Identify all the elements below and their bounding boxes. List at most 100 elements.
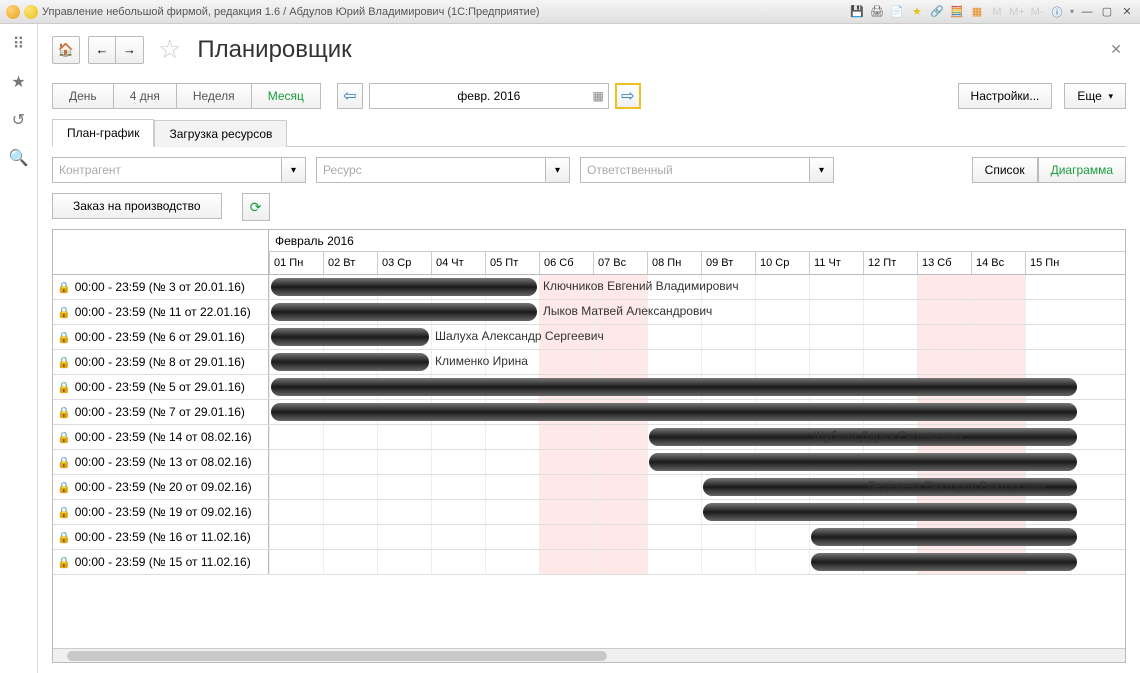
day-header: 04 Чт xyxy=(431,252,485,274)
row-label: 00:00 - 23:59 (№ 16 от 11.02.16) xyxy=(75,530,251,544)
gantt-row[interactable]: 🔒00:00 - 23:59 (№ 6 от 29.01.16)Шалуха А… xyxy=(53,325,1125,350)
gantt-row[interactable]: 🔒 00:00 - 23:59 (№ 3 от 20.01.16) Ключнико… xyxy=(53,275,1125,300)
calc-icon[interactable]: 🧮 xyxy=(950,5,964,19)
gantt-hscroll[interactable] xyxy=(53,648,1125,662)
info-icon[interactable]: ⓘ xyxy=(1050,5,1064,19)
favorite-toggle[interactable]: ☆ xyxy=(158,34,181,65)
gantt-row[interactable]: 🔒00:00 - 23:59 (№ 20 от 09.02.16)Леденев… xyxy=(53,475,1125,500)
m3-icon[interactable]: M- xyxy=(1030,5,1044,19)
diagram-view-button[interactable]: Диаграмма xyxy=(1038,157,1126,183)
gantt-bar[interactable] xyxy=(271,303,537,321)
history-icon[interactable]: ↺ xyxy=(12,110,25,130)
row-label: 00:00 - 23:59 (№ 3 от 20.01.16) xyxy=(75,280,245,294)
gantt-bar[interactable] xyxy=(271,353,429,371)
lock-icon: 🔒 xyxy=(57,281,71,294)
gantt-row[interactable]: 🔒00:00 - 23:59 (№ 7 от 29.01.16) xyxy=(53,400,1125,425)
resource-input[interactable] xyxy=(316,157,546,183)
fav-icon[interactable]: ★ xyxy=(910,5,924,19)
gantt-days-row: 01 Пн02 Вт03 Ср04 Чт05 Пт06 Сб07 Вс08 Пн… xyxy=(269,252,1125,274)
row-label: 00:00 - 23:59 (№ 6 от 29.01.16) xyxy=(75,330,245,344)
gantt-row[interactable]: 🔒 00:00 - 23:59 (№ 19 от 09.02.16) xyxy=(53,500,1125,525)
responsible-dropdown[interactable]: ▾ xyxy=(810,157,834,183)
list-view-button[interactable]: Список xyxy=(972,157,1038,183)
row-label: 00:00 - 23:59 (№ 19 от 09.02.16) xyxy=(75,505,252,519)
bar-person-label: Ключников Евгений Владимирович xyxy=(543,279,739,293)
more-button[interactable]: Еще ▾ xyxy=(1064,83,1126,109)
gantt-bar[interactable] xyxy=(703,503,1077,521)
gantt-row[interactable]: 🔒00:00 - 23:59 (№ 8 от 29.01.16)Клименко… xyxy=(53,350,1125,375)
gantt-bar[interactable] xyxy=(271,328,429,346)
counterparty-dropdown[interactable]: ▾ xyxy=(282,157,306,183)
star-icon[interactable]: ★ xyxy=(11,72,25,92)
minimize-icon[interactable]: ― xyxy=(1080,5,1094,19)
gantt-bar[interactable] xyxy=(811,553,1077,571)
range-four[interactable]: 4 дня xyxy=(113,83,176,109)
day-header: 02 Вт xyxy=(323,252,377,274)
bar-person-label: Шубина Дарья Евгеньевна xyxy=(813,429,962,443)
counterparty-input[interactable] xyxy=(52,157,282,183)
gantt-bar[interactable] xyxy=(811,528,1077,546)
responsible-input[interactable] xyxy=(580,157,810,183)
range-week[interactable]: Неделя xyxy=(176,83,251,109)
range-day[interactable]: День xyxy=(52,83,113,109)
calendar-picker-icon[interactable]: ▦ xyxy=(593,89,604,103)
create-order-button[interactable]: Заказ на производство xyxy=(52,193,222,219)
doc-icon[interactable]: 📄 xyxy=(890,5,904,19)
home-button[interactable]: 🏠 xyxy=(52,36,80,64)
app-icon-2 xyxy=(24,5,38,19)
search-icon[interactable]: 🔍 xyxy=(9,148,29,168)
row-label: 00:00 - 23:59 (№ 13 от 08.02.16) xyxy=(75,455,252,469)
m1-icon[interactable]: M xyxy=(990,5,1004,19)
lock-icon: 🔒 xyxy=(57,306,71,319)
gantt-row[interactable]: 🔒 00:00 - 23:59 (№ 13 от 08.02.16) xyxy=(53,450,1125,475)
calendar-icon[interactable]: ▦ xyxy=(970,5,984,19)
titlebar: Управление небольшой фирмой, редакция 1.… xyxy=(0,0,1140,24)
titlebar-text: Управление небольшой фирмой, редакция 1.… xyxy=(42,6,540,18)
gantt-bar[interactable] xyxy=(271,278,537,296)
back-button[interactable]: ← xyxy=(88,36,116,64)
row-label: 00:00 - 23:59 (№ 8 от 29.01.16) xyxy=(75,355,245,369)
close-page-button[interactable]: ✕ xyxy=(1106,37,1126,62)
gantt-row[interactable]: 🔒00:00 - 23:59 (№ 11 от 22.01.16)Лыков М… xyxy=(53,300,1125,325)
resource-dropdown[interactable]: ▾ xyxy=(546,157,570,183)
tab-resources[interactable]: Загрузка ресурсов xyxy=(154,120,287,147)
period-display[interactable]: февр. 2016 ▦ xyxy=(369,83,609,109)
save-icon[interactable]: 💾 xyxy=(850,5,864,19)
gantt-bar[interactable] xyxy=(271,403,1077,421)
dropdown-icon[interactable]: ▾ xyxy=(1070,7,1074,16)
settings-button[interactable]: Настройки... xyxy=(958,83,1053,109)
day-header: 03 Ср xyxy=(377,252,431,274)
gantt-row[interactable]: 🔒00:00 - 23:59 (№ 14 от 08.02.16)Шубина … xyxy=(53,425,1125,450)
gantt-row[interactable]: 🔒 00:00 - 23:59 (№ 5 от 29.01.16) xyxy=(53,375,1125,400)
gantt-row[interactable]: 🔒00:00 - 23:59 (№ 15 от 11.02.16) xyxy=(53,550,1125,575)
range-selector: День 4 дня Неделя Месяц xyxy=(52,83,321,109)
day-header: 10 Ср xyxy=(755,252,809,274)
gantt-bar[interactable] xyxy=(271,378,1077,396)
lock-icon: 🔒 xyxy=(57,556,71,569)
bar-person-label: Леденева Виктория Викторовна xyxy=(867,479,1045,493)
refresh-button[interactable]: ⟳ xyxy=(242,193,270,221)
forward-button[interactable]: → xyxy=(116,36,144,64)
gantt-row[interactable]: 🔒00:00 - 23:59 (№ 16 от 11.02.16) xyxy=(53,525,1125,550)
apps-icon[interactable]: ⠿ xyxy=(13,34,25,54)
range-month[interactable]: Месяц xyxy=(251,83,321,109)
day-header: 07 Вс xyxy=(593,252,647,274)
tab-plan[interactable]: План-график xyxy=(52,119,154,147)
m2-icon[interactable]: M+ xyxy=(1010,5,1024,19)
lock-icon: 🔒 xyxy=(57,506,71,519)
print-icon[interactable]: 🖨 xyxy=(870,5,884,19)
more-label: Еще xyxy=(1077,89,1101,103)
lock-icon: 🔒 xyxy=(57,456,71,469)
app-icon xyxy=(6,5,20,19)
link-icon[interactable]: 🔗 xyxy=(930,5,944,19)
close-icon[interactable]: ✕ xyxy=(1120,5,1134,19)
gantt-bar[interactable] xyxy=(649,453,1077,471)
prev-period-button[interactable]: ⇦ xyxy=(337,83,363,109)
day-header: 14 Вс xyxy=(971,252,1025,274)
next-period-button[interactable]: ⇨ xyxy=(615,83,641,109)
lock-icon: 🔒 xyxy=(57,381,71,394)
day-header: 05 Пт xyxy=(485,252,539,274)
chevron-down-icon: ▾ xyxy=(1108,91,1113,102)
maximize-icon[interactable]: ▢ xyxy=(1100,5,1114,19)
row-label: 00:00 - 23:59 (№ 5 от 29.01.16) xyxy=(75,380,245,394)
